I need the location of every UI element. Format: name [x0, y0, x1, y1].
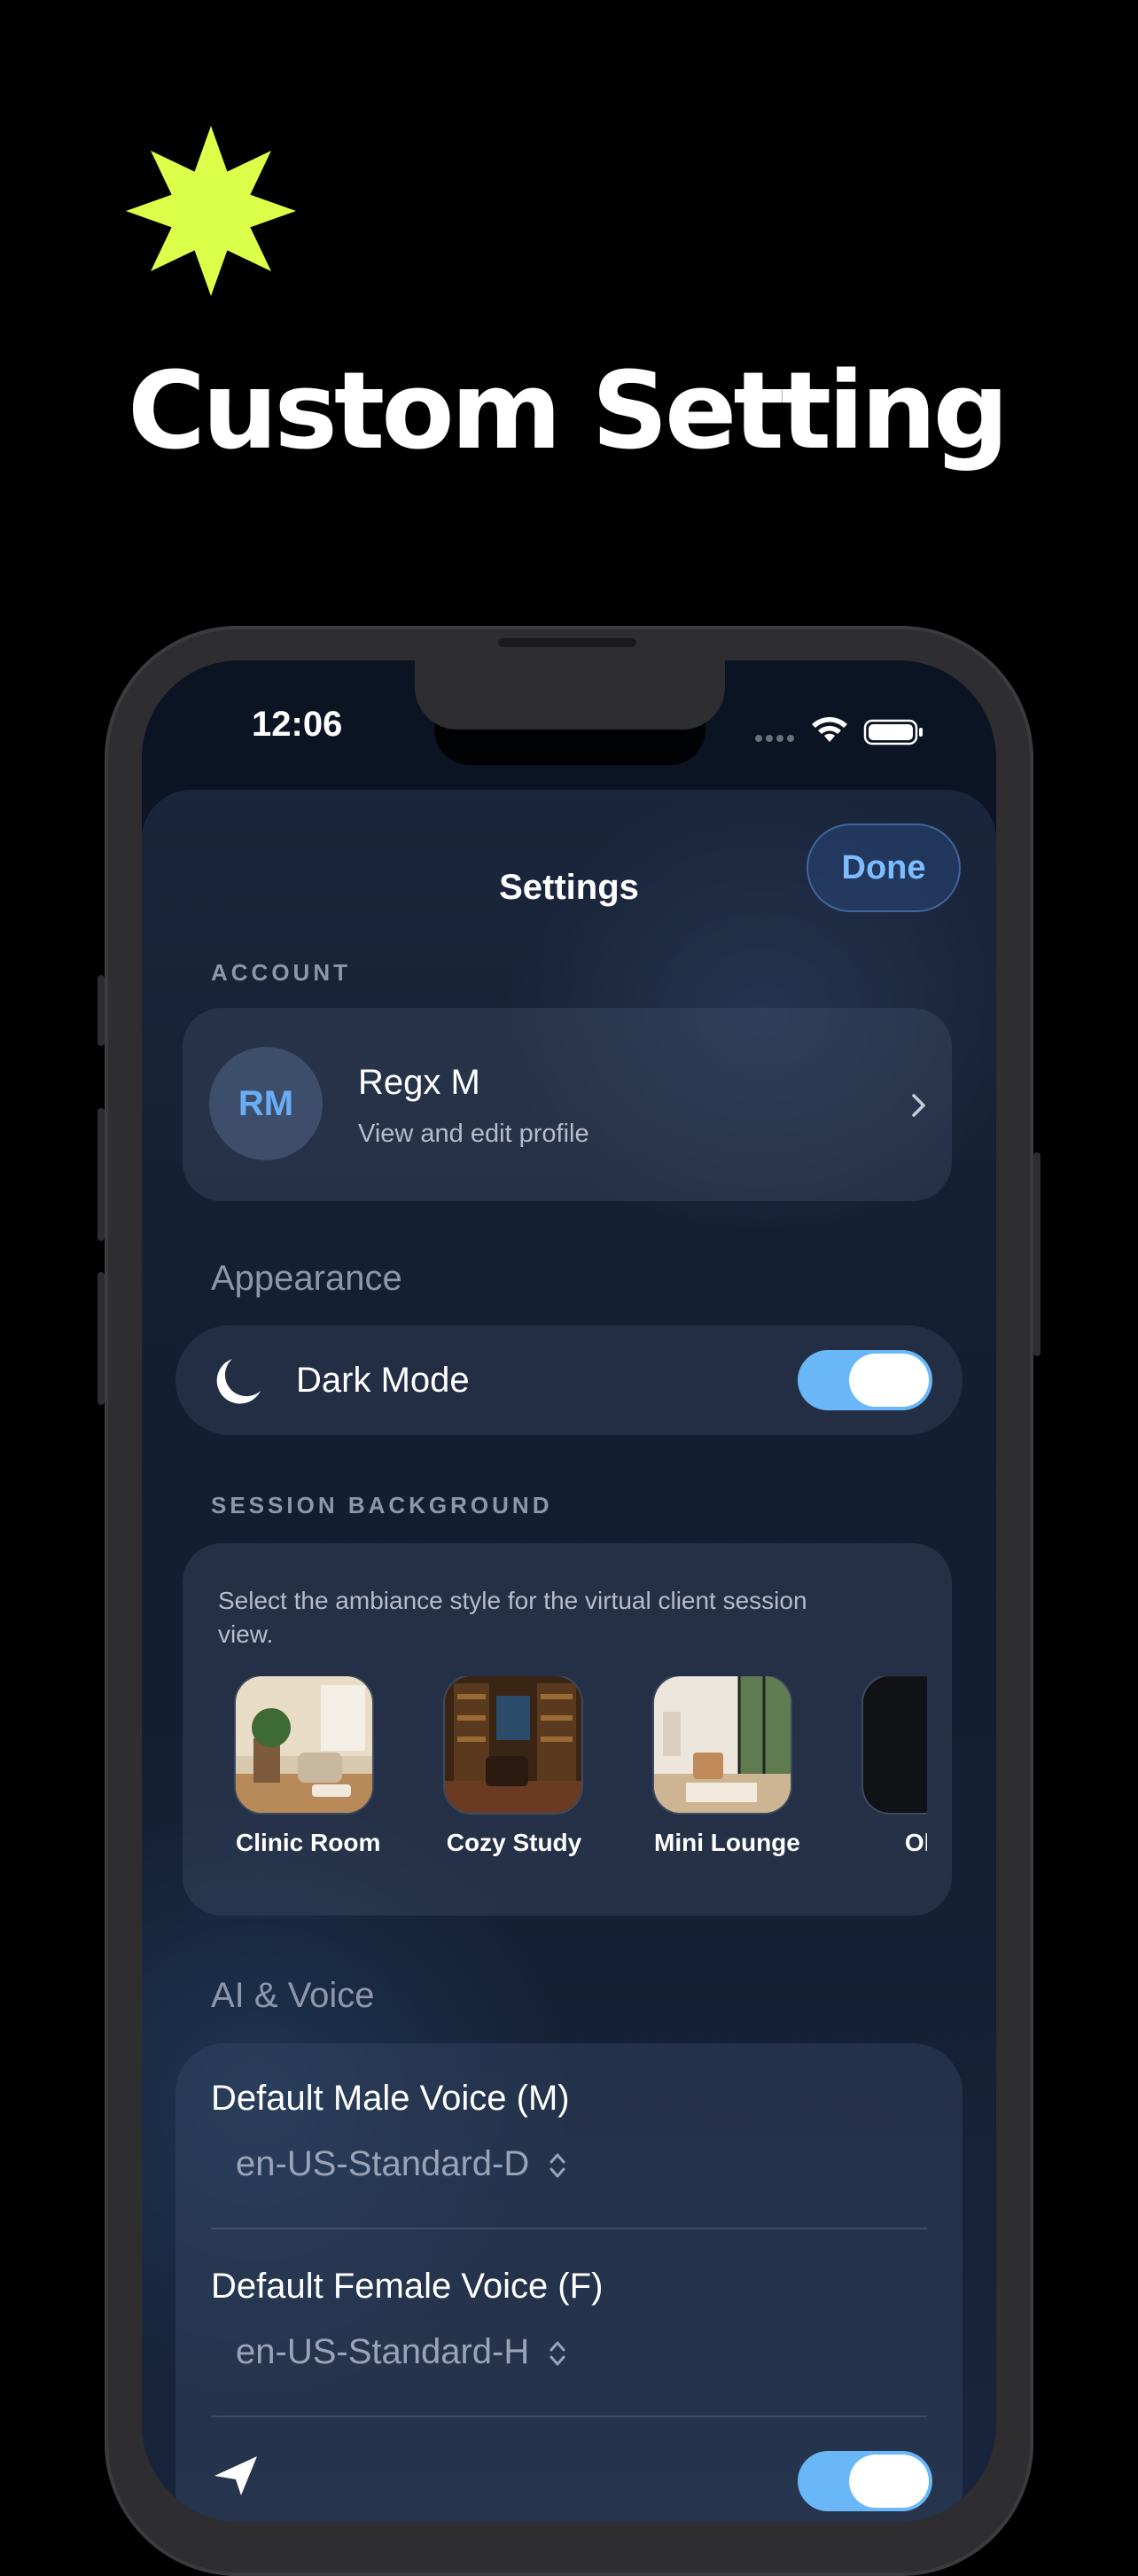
power-button	[1033, 1152, 1041, 1356]
background-option-cozy-study[interactable]: Cozy Study	[445, 1676, 583, 1857]
female-voice-label: Default Female Voice (F)	[211, 2267, 604, 2306]
obsi-label: Obsi	[904, 1829, 927, 1856]
volume-up-button	[97, 1108, 105, 1241]
male-voice-picker[interactable]: en-US-Standard-D	[236, 2144, 567, 2184]
speaker-grille	[498, 638, 636, 647]
background-option-obsi[interactable]: Obsi	[863, 1676, 927, 1857]
background-option-mini-lounge[interactable]: Mini Lounge	[654, 1676, 800, 1857]
mini-lounge-label: Mini Lounge	[654, 1829, 800, 1856]
account-section-header: ACCOUNT	[211, 959, 351, 986]
cozy-study-thumbnail	[445, 1676, 581, 1813]
wifi-icon	[812, 717, 847, 742]
session-background-section-header: SESSION BACKGROUND	[211, 1492, 553, 1518]
background-tiles: Clinic Room Cozy Study Mini Lounge O	[183, 1676, 927, 1889]
account-subtitle: View and edit profile	[358, 1120, 589, 1148]
moon-icon	[216, 1359, 261, 1404]
female-voice-value: en-US-Standard-H	[236, 2332, 530, 2371]
signal-icon	[755, 735, 794, 742]
toggle-knob	[849, 2455, 929, 2508]
status-icons	[755, 717, 923, 745]
notch-frame	[415, 660, 725, 730]
dark-mode-label: Dark Mode	[296, 1361, 470, 1400]
silent-switch	[97, 975, 105, 1046]
account-name: Regx M	[358, 1063, 480, 1102]
dark-mode-row: Dark Mode	[175, 1325, 963, 1435]
voice-card: Default Male Voice (M) en-US-Standard-D …	[175, 2043, 963, 2522]
battery-icon	[863, 719, 923, 745]
phone-screen: 12:06 Settings Done ACCOUNT RM Regx M Vi…	[142, 660, 996, 2522]
session-background-card: Select the ambiance style for the virtua…	[183, 1543, 952, 1916]
clinic-room-label: Clinic Room	[236, 1829, 381, 1856]
cozy-study-label: Cozy Study	[446, 1829, 582, 1856]
divider	[211, 2416, 927, 2417]
status-time: 12:06	[252, 705, 343, 744]
session-background-description: Select the ambiance style for the virtua…	[218, 1587, 807, 1648]
divider	[211, 2228, 927, 2229]
chevron-right-icon	[912, 1094, 925, 1117]
promo-title: Custom Setting	[128, 350, 1009, 473]
voice-toggle[interactable]	[798, 2451, 932, 2511]
up-down-chevron-icon	[550, 2341, 565, 2366]
star-icon	[126, 126, 296, 296]
avatar: RM	[209, 1047, 323, 1160]
up-down-chevron-icon	[550, 2153, 565, 2178]
volume-down-button	[97, 1272, 105, 1405]
male-voice-label: Default Male Voice (M)	[211, 2079, 570, 2118]
clinic-room-thumbnail	[236, 1676, 372, 1813]
done-button[interactable]: Done	[807, 824, 961, 912]
mini-lounge-thumbnail	[654, 1676, 791, 1813]
dark-mode-toggle[interactable]	[798, 1350, 932, 1410]
paper-plane-icon	[214, 2456, 257, 2495]
appearance-section-header: Appearance	[211, 1259, 402, 1298]
female-voice-picker[interactable]: en-US-Standard-H	[236, 2332, 567, 2372]
male-voice-value: en-US-Standard-D	[236, 2144, 530, 2183]
account-card[interactable]: RM Regx M View and edit profile	[183, 1008, 952, 1201]
obsi-thumbnail	[863, 1676, 927, 1813]
background-option-clinic-room[interactable]: Clinic Room	[236, 1676, 381, 1857]
toggle-knob	[849, 1354, 929, 1407]
ai-voice-section-header: AI & Voice	[211, 1976, 375, 2015]
